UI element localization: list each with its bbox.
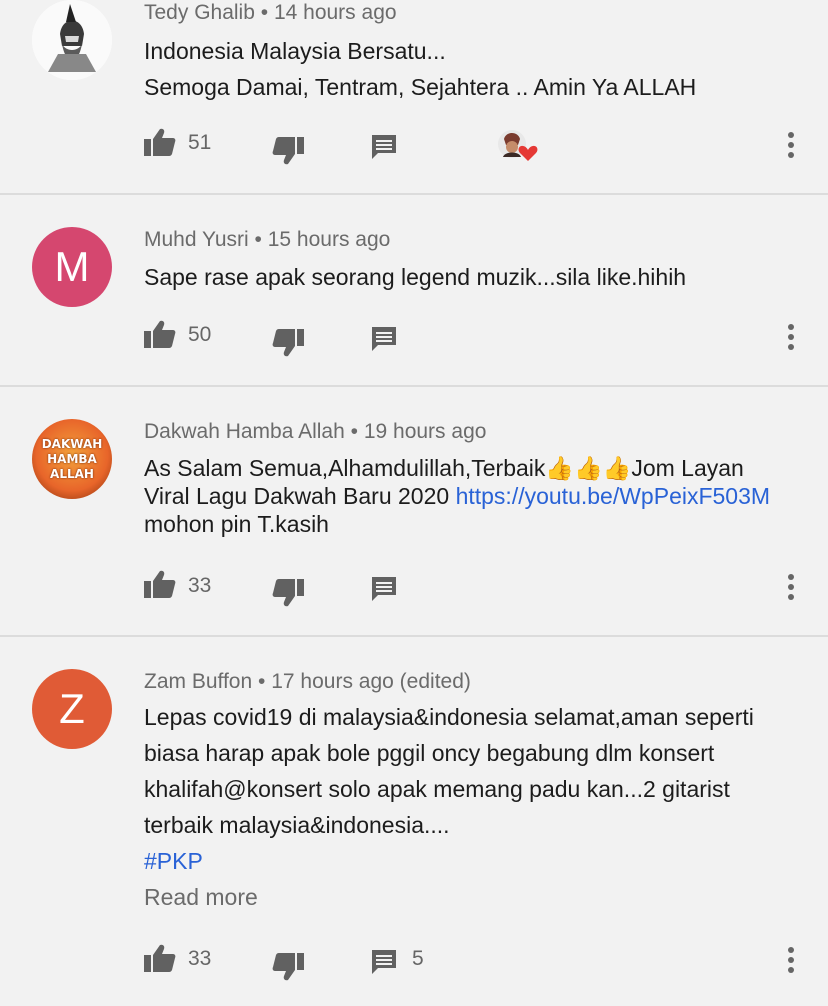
- comment-item: DAKWAH HAMBA ALLAH Dakwah Hamba Allah • …: [0, 387, 828, 637]
- avatar-logo: DAKWAH HAMBA ALLAH: [42, 437, 103, 482]
- read-more-button[interactable]: Read more: [144, 879, 804, 915]
- hashtag-link[interactable]: #PKP: [144, 843, 804, 879]
- avatar-letter: M: [54, 243, 90, 290]
- meta-separator: •: [258, 670, 266, 693]
- like-count: 51: [188, 131, 212, 154]
- avatar[interactable]: [32, 0, 112, 80]
- comment-text: Lepas covid19 di malaysia&indonesia sela…: [144, 699, 804, 915]
- comment-time: 19 hours ago: [363, 420, 487, 443]
- comment-item: Z Zam Buffon • 17 hours ago (edited) Lep…: [0, 637, 828, 1006]
- author-name[interactable]: Dakwah Hamba Allah: [144, 420, 345, 443]
- author-name[interactable]: Tedy Ghalib: [144, 1, 255, 24]
- avatar[interactable]: M: [32, 227, 112, 307]
- like-count: 33: [188, 947, 212, 970]
- thumbs-up-icon[interactable]: [144, 569, 176, 599]
- creator-heart-icon: [498, 130, 538, 161]
- thumbs-down-icon[interactable]: [272, 328, 304, 358]
- avatar-logo-line: ALLAH: [50, 466, 94, 481]
- thumbs-up-icon[interactable]: [144, 943, 176, 973]
- comment-text: Indonesia Malaysia Bersatu... Semoga Dam…: [144, 33, 804, 105]
- more-vertical-icon[interactable]: [780, 572, 804, 602]
- meta-separator: •: [350, 420, 358, 443]
- reply-icon[interactable]: [370, 325, 398, 353]
- comment-time: 17 hours ago: [271, 670, 394, 693]
- like-count: 33: [188, 574, 212, 597]
- comment-time: 15 hours ago: [267, 228, 391, 251]
- comment-meta: Tedy Ghalib • 14 hours ago: [144, 1, 397, 25]
- comment-time: 14 hours ago: [273, 1, 397, 24]
- avatar[interactable]: Z: [32, 669, 112, 749]
- comment-line: Indonesia Malaysia Bersatu...: [144, 38, 446, 64]
- avatar-logo-line: DAKWAH: [41, 436, 103, 451]
- more-vertical-icon[interactable]: [780, 322, 804, 352]
- author-name[interactable]: Zam Buffon: [144, 670, 252, 693]
- comment-meta: Zam Buffon • 17 hours ago (edited): [144, 670, 471, 694]
- comment-meta: Dakwah Hamba Allah • 19 hours ago: [144, 420, 486, 444]
- bearded-man-avatar-icon: [32, 0, 112, 80]
- avatar-logo-line: HAMBA: [47, 451, 97, 466]
- comment-line: Semoga Damai, Tentram, Sejahtera .. Amin…: [144, 74, 697, 100]
- comment-text: As Salam Semua,Alhamdulillah,Terbaik👍👍👍J…: [144, 454, 784, 538]
- meta-separator: •: [254, 228, 262, 251]
- edited-label: (edited): [399, 670, 471, 693]
- comment-item: Tedy Ghalib • 14 hours ago Indonesia Mal…: [0, 0, 828, 195]
- reply-icon[interactable]: [370, 948, 398, 976]
- more-vertical-icon[interactable]: [780, 945, 804, 975]
- avatar-letter: Z: [59, 685, 85, 732]
- more-vertical-icon[interactable]: [780, 130, 804, 160]
- comment-text: Sape rase apak seorang legend muzik...si…: [144, 259, 804, 295]
- meta-separator: •: [260, 1, 269, 24]
- thumbs-down-icon[interactable]: [272, 952, 304, 982]
- like-count: 50: [188, 323, 212, 346]
- author-name[interactable]: Muhd Yusri: [144, 228, 249, 251]
- reply-icon[interactable]: [370, 133, 398, 161]
- avatar[interactable]: DAKWAH HAMBA ALLAH: [32, 419, 112, 499]
- comment-paragraph: Lepas covid19 di malaysia&indonesia sela…: [144, 704, 754, 838]
- thumbs-up-icon[interactable]: [144, 319, 176, 349]
- comment-meta: Muhd Yusri • 15 hours ago: [144, 228, 390, 252]
- comment-item: M Muhd Yusri • 15 hours ago Sape rase ap…: [0, 195, 828, 387]
- thumbs-down-icon[interactable]: [272, 578, 304, 608]
- thumbs-up-icon[interactable]: [144, 127, 176, 157]
- thumbs-down-icon[interactable]: [272, 136, 304, 166]
- reply-count: 5: [412, 947, 424, 970]
- comment-text-part: mohon pin T.kasih: [144, 511, 329, 537]
- reply-icon[interactable]: [370, 575, 398, 603]
- comment-link[interactable]: https://youtu.be/WpPeixF503M: [456, 483, 771, 509]
- comment-line: Sape rase apak seorang legend muzik...si…: [144, 264, 687, 290]
